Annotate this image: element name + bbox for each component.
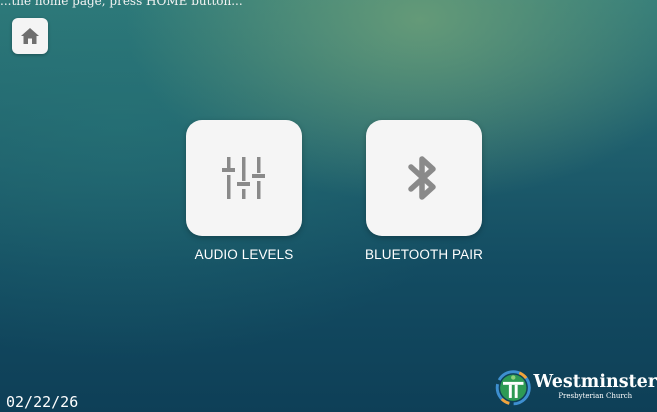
sliders-icon [222,157,265,199]
home-icon [21,28,39,44]
date-display: 02/22/26 [6,393,79,411]
logo-name: Westminster [533,372,657,392]
top-instruction-text: ...the home page, press HOME button... [0,0,243,8]
audio-levels-button[interactable] [186,120,302,236]
bluetooth-pair-button[interactable] [366,120,482,236]
church-logo: Westminster Presbyterian Church [495,362,657,412]
bluetooth-icon [408,156,436,200]
home-button[interactable] [12,18,48,54]
bluetooth-pair-label: BLUETOOTH PAIR [365,247,483,262]
logo-subtitle: Presbyterian Church [558,392,633,400]
westminster-logo-icon [495,370,531,406]
audio-levels-label: AUDIO LEVELS [194,247,294,262]
